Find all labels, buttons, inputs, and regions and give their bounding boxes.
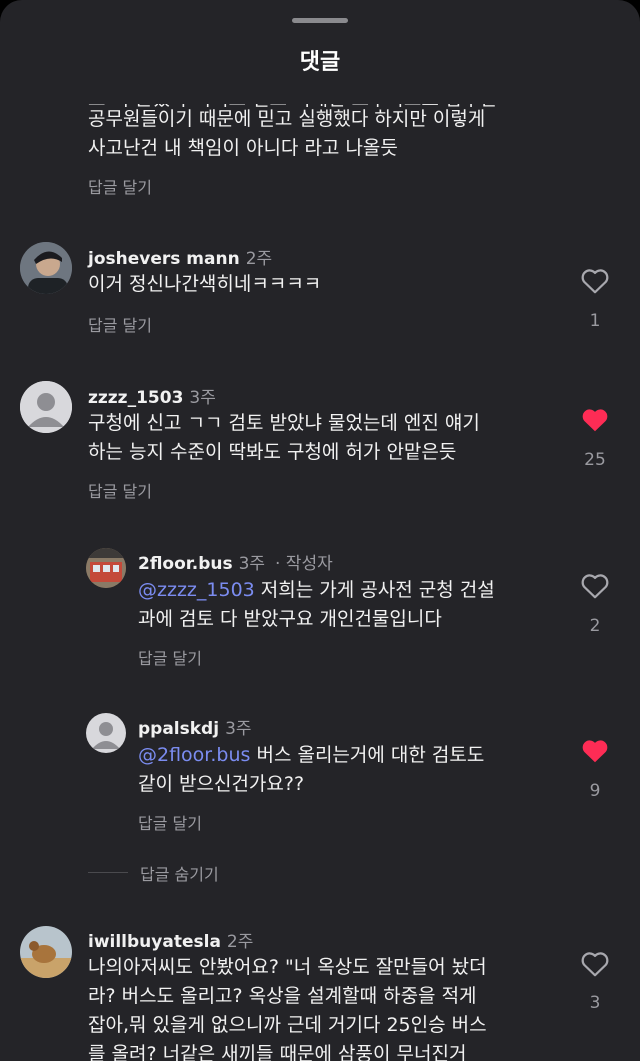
- username[interactable]: iwillbuyatesla: [88, 932, 221, 952]
- heart-outline-icon[interactable]: [580, 572, 610, 600]
- username[interactable]: zzzz_1503: [88, 388, 183, 408]
- comment-text-line: 라? 버스도 올리고? 옥상을 설계할때 하중을 적게: [88, 985, 477, 1007]
- comment-text-line: 구청에 신고 ㄱㄱ 검토 받았냐 물었는데 엔진 얘기: [88, 412, 480, 434]
- avatar[interactable]: [20, 926, 72, 978]
- comment-text-line: 이거 정신나간색히네ㅋㅋㅋㅋ: [88, 273, 322, 295]
- like-count: 9: [589, 781, 601, 801]
- comment-text-line: 하는 능지 수준이 딱봐도 구청에 허가 안맡은듯: [88, 441, 457, 463]
- comment-username[interactable]: zzzz_1503 3주: [88, 383, 216, 408]
- reply-button[interactable]: 답글 달기: [138, 645, 202, 669]
- user-photo-icon: [20, 242, 72, 294]
- comment-username[interactable]: ppalskdj 3주: [138, 714, 252, 739]
- comment-text-line: 나의아저씨도 안봤어요? "너 옥상도 잘만들어 놨더: [88, 956, 487, 978]
- comment-time: 3주: [225, 719, 252, 739]
- heart-outline-icon[interactable]: [580, 950, 610, 978]
- comments-sheet: 댓글 오 더 준었다 이거고 믿고 외네안 오우국으로 답우관 공무원들이기 때…: [0, 0, 640, 1061]
- mention-link[interactable]: @zzzz_1503: [138, 579, 255, 601]
- comment-text: 저희는 가게 공사전 군청 건설: [254, 579, 495, 601]
- user-photo-icon: [86, 548, 126, 588]
- heart-filled-icon[interactable]: [580, 737, 610, 765]
- avatar[interactable]: [20, 381, 72, 433]
- comment-list[interactable]: 오 더 준었다 이거고 믿고 외네안 오우국으로 답우관 공무원들이기 때문에 …: [0, 92, 640, 1061]
- avatar[interactable]: [86, 713, 126, 753]
- comment-username[interactable]: iwillbuyatesla 2주: [88, 927, 253, 952]
- comment-text-line: 공무원들이기 때문에 믿고 실행했다 하지만 이렇게: [88, 108, 486, 130]
- username[interactable]: ppalskdj: [138, 719, 219, 739]
- comment-username[interactable]: 2floor.bus 3주 · 작성자: [138, 549, 333, 574]
- hide-replies-button[interactable]: 답글 숨기기: [140, 861, 219, 885]
- comment-text-line: 과에 검토 다 받았구요 개인건물입니다: [138, 608, 442, 630]
- author-badge: · 작성자: [275, 554, 333, 574]
- comment-text-line: @zzzz_1503 저희는 가게 공사전 군청 건설: [138, 575, 495, 606]
- username[interactable]: joshevers mann: [88, 249, 240, 269]
- user-photo-icon: [20, 926, 72, 978]
- like-count: 2: [589, 616, 601, 636]
- like-count: 25: [584, 450, 606, 470]
- username[interactable]: 2floor.bus: [138, 554, 233, 574]
- comment-time: 3주: [238, 554, 266, 574]
- comment-text-line: 를 올려? 너같은 새끼들 때문에 삼풍이 무너진거: [88, 1043, 467, 1061]
- like-count: 3: [589, 993, 601, 1013]
- comment-text-line: 잡아,뭐 있을게 없으니까 근데 거기다 25인승 버스: [88, 1014, 487, 1036]
- reply-button[interactable]: 답글 달기: [88, 478, 152, 502]
- avatar[interactable]: [20, 242, 72, 294]
- comment-text-line: @2floor.bus 버스 올리는거에 대한 검토도: [138, 740, 484, 771]
- comment-time: 3주: [189, 388, 216, 408]
- comment-time: 2주: [226, 932, 254, 952]
- comment-username[interactable]: joshevers mann 2주: [88, 244, 272, 269]
- like-count: 1: [589, 311, 601, 331]
- drag-handle[interactable]: [292, 18, 348, 23]
- comment-text-line: 사고난건 내 책임이 아니다 라고 나올듯: [88, 137, 398, 159]
- default-avatar-icon: [86, 713, 126, 753]
- heart-filled-icon[interactable]: [580, 406, 610, 434]
- mention-link[interactable]: @2floor.bus: [138, 744, 250, 766]
- reply-button[interactable]: 답글 달기: [88, 312, 152, 336]
- reply-button[interactable]: 답글 달기: [88, 174, 152, 198]
- default-avatar-icon: [20, 381, 72, 433]
- avatar[interactable]: [86, 548, 126, 588]
- comment-text: 버스 올리는거에 대한 검토도: [250, 744, 485, 766]
- comment-time: 2주: [245, 249, 273, 269]
- heart-outline-icon[interactable]: [580, 267, 610, 295]
- divider: [88, 872, 128, 873]
- reply-button[interactable]: 답글 달기: [138, 810, 202, 834]
- comment-text-line: 같이 받으신건가요??: [138, 773, 305, 795]
- page-title: 댓글: [299, 50, 341, 75]
